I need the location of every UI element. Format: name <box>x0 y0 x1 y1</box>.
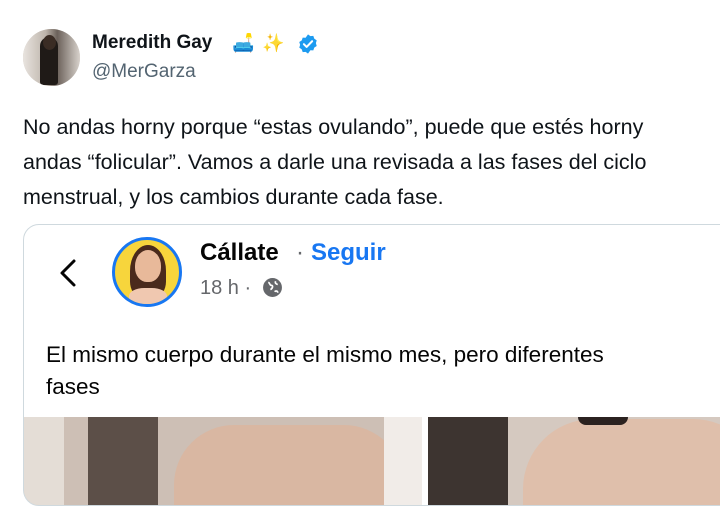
back-chevron-icon[interactable] <box>54 253 84 293</box>
post-text: El mismo cuerpo durante el mismo mes, pe… <box>46 339 604 403</box>
sparkles-emoji: ✨ <box>262 33 285 53</box>
post-photo-right[interactable] <box>428 417 720 505</box>
post-text-line: El mismo cuerpo durante el mismo mes, pe… <box>46 342 604 367</box>
post-text-line: fases <box>46 374 100 399</box>
follow-button[interactable]: Seguir <box>311 239 386 267</box>
verified-badge-icon[interactable] <box>297 33 319 55</box>
post-photo-left[interactable] <box>24 417 422 505</box>
author-avatar[interactable] <box>23 29 80 86</box>
embedded-media-card[interactable]: Cállate · Seguir 18 h · El mismo cuerpo … <box>23 224 720 506</box>
couch-emoji: 🛋️ <box>232 33 255 53</box>
author-handle[interactable]: @MerGarza <box>92 61 196 83</box>
globe-icon <box>263 278 282 297</box>
post-timestamp[interactable]: 18 h · <box>200 277 251 300</box>
separator-dot: · <box>296 239 304 266</box>
page-name[interactable]: Cállate <box>200 239 279 267</box>
tweet-text: No andas horny porque “estas ovulando”, … <box>23 110 720 215</box>
tweet-text-line: andas “folicular”. Vamos a darle una rev… <box>23 150 647 174</box>
author-name[interactable]: Meredith Gay <box>92 32 212 54</box>
page-avatar[interactable] <box>112 237 182 307</box>
tweet-text-line: menstrual, y los cambios durante cada fa… <box>23 185 444 209</box>
tweet-text-line: No andas horny porque “estas ovulando”, … <box>23 115 644 139</box>
